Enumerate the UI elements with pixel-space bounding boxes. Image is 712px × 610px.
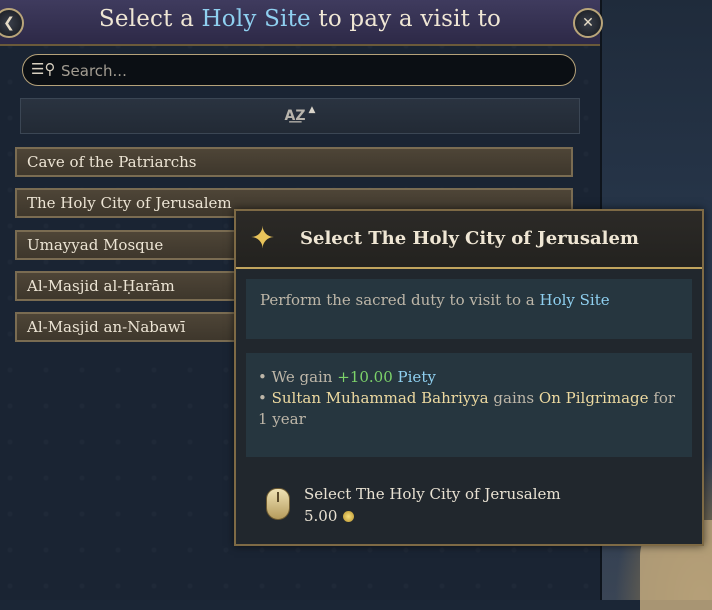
ruler-name[interactable]: Sultan Muhammad Bahriyya [272, 389, 489, 407]
sort-az-icon[interactable]: A͟Z [285, 108, 306, 124]
close-button[interactable]: ✕ [573, 8, 603, 38]
star-icon: ✦ [250, 221, 276, 256]
effect-piety-pre: We gain [271, 368, 333, 386]
pilgrimage-status[interactable]: On Pilgrimage [539, 389, 649, 407]
close-icon: ✕ [582, 15, 594, 31]
window-title: Select a Holy Site to pay a visit to [0, 6, 600, 32]
tooltip-cost: 5.00 [304, 507, 355, 525]
holy-site-link[interactable]: Holy Site [539, 291, 609, 309]
tooltip-action: Select The Holy City of Jerusalem [304, 485, 561, 503]
effect-pilgrimage-mid: gains [493, 389, 535, 407]
tooltip-effects: • We gain +10.00 Piety • Sultan Muhammad… [246, 353, 692, 457]
description-text: Perform the sacred duty to visit to a [260, 291, 535, 309]
search-bar[interactable]: ☰⚲ [22, 54, 576, 86]
tooltip-header: ✦ Select The Holy City of Jerusalem [236, 211, 702, 269]
site-item-cave-of-the-patriarchs[interactable]: Cave of the Patriarchs [15, 147, 573, 177]
sort-ascending-icon: ▲ [308, 105, 316, 115]
search-input[interactable] [59, 58, 563, 84]
mouse-click-icon [266, 488, 290, 520]
window-header: ❮ Select a Holy Site to pay a visit to ✕ [0, 0, 603, 46]
search-filter-icon: ☰⚲ [31, 60, 56, 78]
effect-pilgrimage: • Sultan Muhammad Bahriyya gains On Pilg… [258, 389, 676, 428]
site-tooltip: ✦ Select The Holy City of Jerusalem Perf… [234, 209, 704, 546]
piety-link[interactable]: Piety [398, 368, 436, 386]
tooltip-description: Perform the sacred duty to visit to a Ho… [246, 279, 692, 339]
cost-value: 5.00 [304, 507, 338, 525]
tooltip-title: Select The Holy City of Jerusalem [300, 228, 639, 249]
title-highlight[interactable]: Holy Site [202, 6, 311, 32]
title-text-post: to pay a visit to [318, 6, 502, 32]
gold-coin-icon [343, 511, 355, 522]
sort-bar[interactable]: A͟Z ▲ [20, 98, 580, 134]
piety-value: +10.00 [337, 368, 393, 386]
title-text-pre: Select a [98, 6, 194, 32]
effect-piety: • We gain +10.00 Piety [258, 368, 436, 386]
